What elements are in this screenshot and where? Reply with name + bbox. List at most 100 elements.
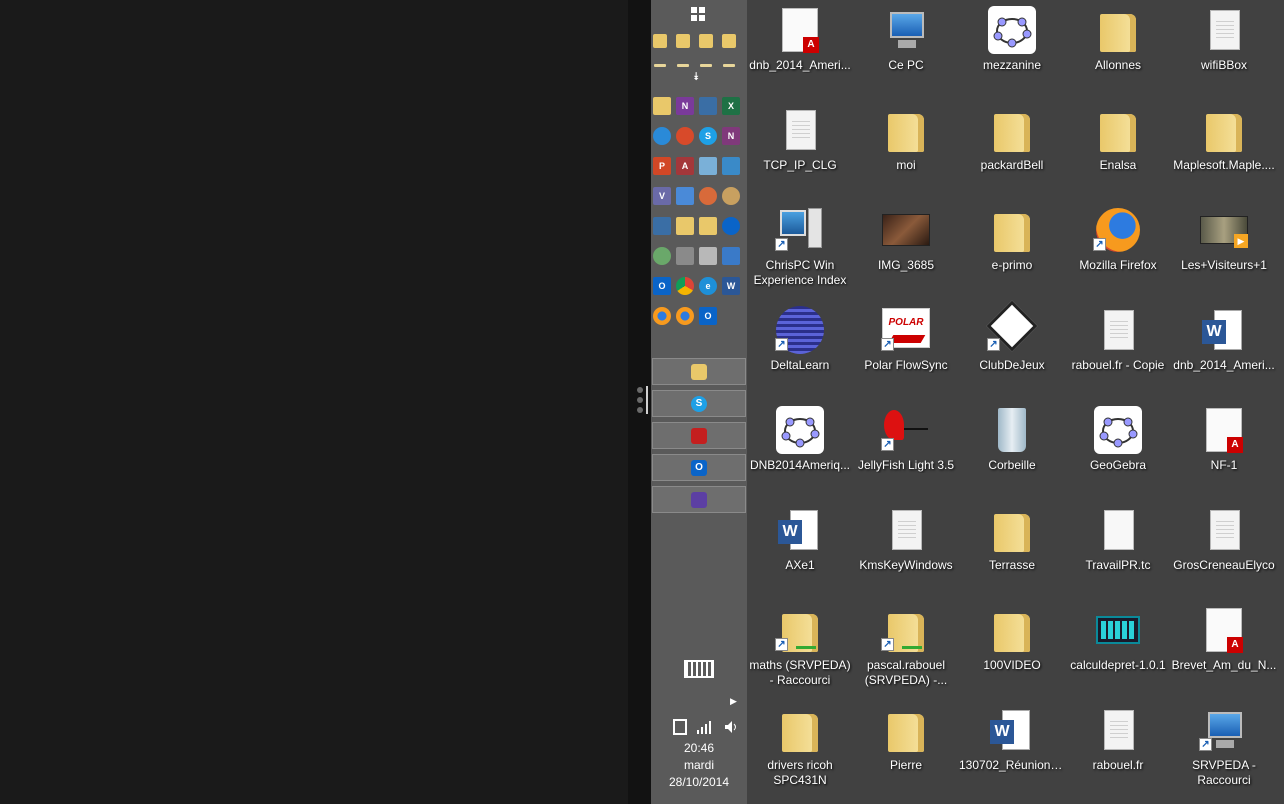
desktop-icon-e-primo[interactable]: e-primo <box>959 200 1065 296</box>
network-signal-icon[interactable] <box>697 720 713 734</box>
sync-icon[interactable] <box>653 127 671 145</box>
speaker-icon[interactable] <box>724 720 738 734</box>
outlook-icon[interactable]: O <box>653 277 671 295</box>
desktop-icon-jellyfish[interactable]: ↗ JellyFish Light 3.5 <box>853 400 959 496</box>
double-chevron-down-icon[interactable]: ⯯ <box>693 71 700 84</box>
palette-icon[interactable] <box>722 187 740 205</box>
firefox-icon[interactable] <box>653 307 671 325</box>
desktop-icon-corbeille[interactable]: Corbeille <box>959 400 1065 496</box>
desktop-icon-deltalearn[interactable]: ↗ DeltaLearn <box>747 300 853 396</box>
desktop-icon-nf-1[interactable]: A NF-1 <box>1171 400 1277 496</box>
taskbar-window-outlook[interactable]: O <box>652 454 746 481</box>
desktop-icon-pierre[interactable]: Pierre <box>853 700 959 796</box>
calculator-icon[interactable] <box>699 157 717 175</box>
onenote-clip-icon[interactable]: N <box>676 97 694 115</box>
access-icon[interactable]: A <box>676 157 694 175</box>
divider-grip-dot[interactable] <box>637 397 643 403</box>
excel-icon[interactable]: X <box>722 97 740 115</box>
desktop-icon-geogebra[interactable]: GeoGebra <box>1065 400 1171 496</box>
pinned-folder-icon[interactable] <box>676 34 690 48</box>
presentation-icon[interactable] <box>676 187 694 205</box>
outlook-icon[interactable]: O <box>699 307 717 325</box>
desktop-icon-polar-flowsync[interactable]: POLAR ↗ Polar FlowSync <box>853 300 959 396</box>
internet-explorer-icon[interactable]: e <box>699 277 717 295</box>
desktop-icon-kmskeywindows[interactable]: KmsKeyWindows <box>853 500 959 596</box>
onedrive-icon[interactable] <box>722 217 740 235</box>
chrome-icon[interactable] <box>676 277 694 295</box>
pinned-folder-icon[interactable] <box>653 34 667 48</box>
desktop-icon-mozilla-firefox[interactable]: ↗ Mozilla Firefox <box>1065 200 1171 296</box>
paint-icon[interactable] <box>699 187 717 205</box>
desktop-icon-moi[interactable]: moi <box>853 100 959 196</box>
onenote-icon[interactable]: N <box>722 127 740 145</box>
desktop-icon-rabouel-fr[interactable]: rabouel.fr <box>1065 700 1171 796</box>
flower-app-icon[interactable] <box>676 127 694 145</box>
desktop-icon-les-visiteurs[interactable]: ▶ Les+Visiteurs+1 <box>1171 200 1277 296</box>
desktop-icon-tcp-ip-clg[interactable]: TCP_IP_CLG <box>747 100 853 196</box>
shortcut-arrow-icon: ↗ <box>881 338 894 351</box>
desktop-icon-100video[interactable]: 100VIDEO <box>959 600 1065 696</box>
clock-day[interactable]: mardi <box>651 758 747 772</box>
desktop-icon-ce-pc[interactable]: Ce PC <box>853 0 959 96</box>
clock-time[interactable]: 20:46 <box>651 741 747 755</box>
desktop-icon-label: KmsKeyWindows <box>859 558 953 572</box>
clock-date[interactable]: 28/10/2014 <box>651 775 747 789</box>
desktop-icon-maplesoft[interactable]: Maplesoft.Maple.... <box>1171 100 1277 196</box>
desktop-icon-label: SRVPEDA - Raccourci <box>1192 758 1256 787</box>
word-document-icon: W <box>776 506 824 554</box>
desktop-icon-130702-reunion[interactable]: W 130702_RéunionP... <box>959 700 1065 796</box>
desktop-icon-allonnes[interactable]: Allonnes <box>1065 0 1171 96</box>
folder-icon[interactable] <box>676 217 694 235</box>
chevron-right-icon[interactable]: ▶ <box>730 696 737 707</box>
divider-grip-dot[interactable] <box>637 387 643 393</box>
desktop-icon-groscreneauelyco[interactable]: GrosCreneauElyco <box>1171 500 1277 596</box>
skype-icon[interactable]: S <box>699 127 717 145</box>
power-plug-icon[interactable] <box>673 719 687 735</box>
desktop-icon-dnb-word[interactable]: W dnb_2014_Ameri... <box>1171 300 1277 396</box>
drive-icon[interactable] <box>699 247 717 265</box>
start-button[interactable] <box>691 7 707 23</box>
desktop-icon-dnb2014-geogebra[interactable]: DNB2014Ameriq... <box>747 400 853 496</box>
desktop-icon-rabouel-copie[interactable]: rabouel.fr - Copie <box>1065 300 1171 396</box>
desktop-icon-dnb-pdf[interactable]: A dnb_2014_Ameri... <box>747 0 853 96</box>
snapped-app-pane[interactable] <box>0 0 628 804</box>
divider-handle[interactable] <box>646 386 648 414</box>
desktop-icon-chrispc[interactable]: ↗ ChrisPC Win Experience Index <box>747 200 853 296</box>
desktop-icon-maths-srvpeda[interactable]: ↗ maths (SRVPEDA) - Raccourci <box>747 600 853 696</box>
desktop-icon-clubdejeux[interactable]: ↗ ClubDeJeux <box>959 300 1065 396</box>
tools-icon[interactable] <box>676 247 694 265</box>
desktop-icon-enalsa[interactable]: Enalsa <box>1065 100 1171 196</box>
taskbar-window-ccleaner[interactable] <box>652 422 746 449</box>
network-icon[interactable] <box>722 157 740 175</box>
screen-icon[interactable] <box>722 247 740 265</box>
desktop-icon-terrasse[interactable]: Terrasse <box>959 500 1065 596</box>
desktop-icon-calculdepret[interactable]: calculdepret-1.0.1 <box>1065 600 1171 696</box>
desktop-icon-srvpeda[interactable]: ↗ SRVPEDA - Raccourci <box>1171 700 1277 796</box>
word-icon[interactable]: W <box>722 277 740 295</box>
desktop-icon-pascal-rabouel[interactable]: ↗ pascal.rabouel (SRVPEDA) -... <box>853 600 959 696</box>
desktop-icon-travailpr[interactable]: TravailPR.tc <box>1065 500 1171 596</box>
pinned-folder-icon[interactable] <box>722 34 736 48</box>
vcx-icon[interactable]: V <box>653 187 671 205</box>
firefox-icon[interactable] <box>676 307 694 325</box>
user-icon[interactable] <box>653 247 671 265</box>
folder-icon[interactable] <box>653 97 671 115</box>
folder-icon[interactable] <box>699 217 717 235</box>
desktop-icon-label: GeoGebra <box>1089 458 1147 472</box>
desktop-icon-brevet-am[interactable]: A Brevet_Am_du_N... <box>1171 600 1277 696</box>
touch-keyboard-icon[interactable] <box>684 660 714 678</box>
desktop-icon-wifibbox[interactable]: wifiBBox <box>1171 0 1277 96</box>
taskbar-window-skype[interactable]: S <box>652 390 746 417</box>
pinned-folder-icon[interactable] <box>699 34 713 48</box>
divider-grip-dot[interactable] <box>637 407 643 413</box>
remote-desktop-icon[interactable] <box>699 97 717 115</box>
desktop-icon-img-3685[interactable]: IMG_3685 <box>853 200 959 296</box>
desktop-icon-axe1[interactable]: W AXe1 <box>747 500 853 596</box>
powerpoint-icon[interactable]: P <box>653 157 671 175</box>
taskbar-window-file-explorer[interactable] <box>652 358 746 385</box>
desktop-icon-packardbell[interactable]: packardBell <box>959 100 1065 196</box>
desktop-icon-drivers-ricoh[interactable]: drivers ricoh SPC431N <box>747 700 853 796</box>
computer-icon[interactable] <box>653 217 671 235</box>
desktop-icon-mezzanine[interactable]: mezzanine <box>959 0 1065 96</box>
taskbar-window-calendar[interactable] <box>652 486 746 513</box>
